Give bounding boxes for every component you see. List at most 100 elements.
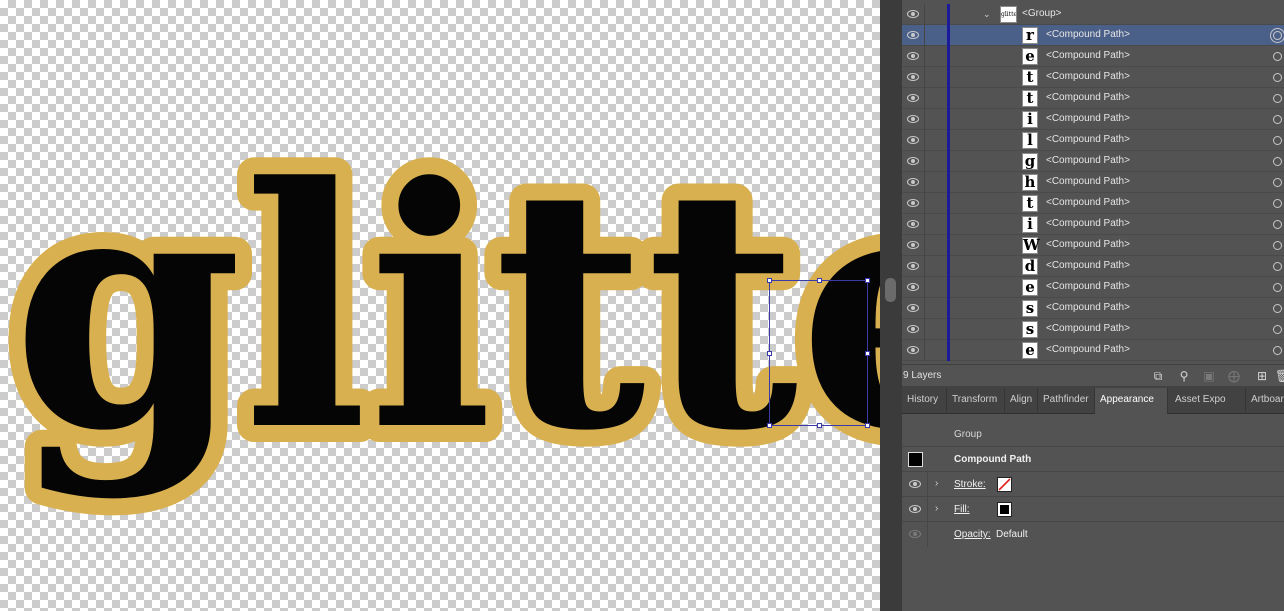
layer-row-compound-path[interactable]: e <Compound Path> [902,277,1284,298]
selection-bounding-box[interactable] [767,278,870,428]
tab-align[interactable]: Align [1005,388,1038,414]
layer-row-group[interactable]: ⌄ glitter <Group> [902,4,1284,25]
target-circle-icon[interactable] [1273,178,1282,187]
resize-handle-bottom-left[interactable] [767,423,772,428]
fill-label[interactable]: Fill: [954,504,970,515]
search-icon[interactable]: ⚲ [1177,369,1191,383]
eye-icon[interactable] [907,220,919,228]
layer-row-compound-path[interactable]: e <Compound Path> [902,46,1284,67]
clipping-mask-icon[interactable]: ▣ [1202,369,1216,383]
layer-row-compound-path[interactable]: t <Compound Path> [902,88,1284,109]
lock-column[interactable] [924,109,925,130]
canvas-scroll-thumb[interactable] [885,278,896,302]
opacity-label[interactable]: Opacity: [954,529,991,540]
appearance-object-row[interactable]: Compound Path [902,447,1284,472]
resize-handle-bottom[interactable] [817,423,822,428]
lock-column[interactable] [924,256,925,277]
layer-row-compound-path[interactable]: i <Compound Path> [902,214,1284,235]
eye-icon[interactable] [907,325,919,333]
lock-column[interactable] [924,4,925,25]
target-circle-icon[interactable] [1273,157,1282,166]
eye-icon[interactable] [907,241,919,249]
lock-column[interactable] [924,46,925,67]
layer-row-compound-path[interactable]: e <Compound Path> [902,340,1284,361]
resize-handle-top-left[interactable] [767,278,772,283]
resize-handle-top[interactable] [817,278,822,283]
layer-row-compound-path[interactable]: d <Compound Path> [902,256,1284,277]
tab-artboards[interactable]: Artboards [1246,388,1284,414]
chevron-right-icon[interactable]: › [935,478,938,489]
lock-column[interactable] [924,340,925,361]
lock-column[interactable] [924,25,925,46]
lock-column[interactable] [924,277,925,298]
artboard-canvas[interactable]: glitter glitter [0,0,880,611]
chevron-right-icon[interactable]: › [935,503,938,514]
layer-row-compound-path[interactable]: t <Compound Path> [902,67,1284,88]
lock-column[interactable] [924,193,925,214]
lock-column[interactable] [924,235,925,256]
tab-asset-expo[interactable]: Asset Expo [1170,388,1246,414]
resize-handle-right[interactable] [865,351,870,356]
appearance-group-row[interactable]: Group [902,422,1284,447]
eye-icon[interactable] [907,136,919,144]
target-circle-icon[interactable] [1273,346,1282,355]
layer-row-compound-path[interactable]: l <Compound Path> [902,130,1284,151]
layer-row-compound-path[interactable]: t <Compound Path> [902,193,1284,214]
eye-icon[interactable] [907,10,919,18]
target-circle-icon[interactable] [1273,52,1282,61]
target-circle-icon[interactable] [1273,31,1282,40]
layer-row-compound-path[interactable]: g <Compound Path> [902,151,1284,172]
eye-icon[interactable] [907,52,919,60]
layer-row-compound-path[interactable]: W <Compound Path> [902,235,1284,256]
tab-appearance[interactable]: Appearance [1095,388,1168,414]
eye-icon[interactable] [907,73,919,81]
stroke-label[interactable]: Stroke: [954,479,986,490]
lock-column[interactable] [924,88,925,109]
glitter-artwork[interactable]: glitter glitter [0,0,880,611]
target-circle-icon[interactable] [1273,73,1282,82]
appearance-fill-row[interactable]: › Fill: [902,497,1284,522]
trash-icon[interactable]: 🗑 [1275,369,1284,383]
target-circle-icon[interactable] [1273,283,1282,292]
lock-column[interactable] [924,319,925,340]
new-layer-icon[interactable]: ⊞ [1255,369,1269,383]
target-circle-icon[interactable] [1273,262,1282,271]
target-circle-icon[interactable] [1273,199,1282,208]
layer-row-compound-path[interactable]: h <Compound Path> [902,172,1284,193]
appearance-opacity-row[interactable]: Opacity: Default [902,522,1284,547]
new-sublayer-icon[interactable]: ⨁ [1227,369,1241,383]
layer-row-compound-path[interactable]: s <Compound Path> [902,319,1284,340]
eye-icon[interactable] [907,199,919,207]
lock-column[interactable] [924,214,925,235]
layer-row-compound-path[interactable]: s <Compound Path> [902,298,1284,319]
eye-icon[interactable] [907,304,919,312]
eye-icon[interactable] [907,115,919,123]
resize-handle-top-right[interactable] [865,278,870,283]
resize-handle-left[interactable] [767,351,772,356]
lock-column[interactable] [924,130,925,151]
tab-pathfinder[interactable]: Pathfinder [1038,388,1095,414]
tab-transform[interactable]: Transform [947,388,1005,414]
stroke-none-swatch[interactable] [997,477,1012,492]
target-circle-icon[interactable] [1273,304,1282,313]
chevron-down-icon[interactable]: ⌄ [983,9,991,20]
eye-icon[interactable] [907,262,919,270]
eye-icon[interactable] [909,505,921,513]
layer-row-compound-path[interactable]: i <Compound Path> [902,109,1284,130]
lock-column[interactable] [924,151,925,172]
target-circle-icon[interactable] [1273,115,1282,124]
eye-icon[interactable] [909,530,921,538]
target-circle-icon[interactable] [1273,241,1282,250]
collect-export-icon[interactable]: ⧉ [1151,369,1165,383]
eye-icon[interactable] [907,178,919,186]
fill-swatch[interactable] [997,502,1012,517]
lock-column[interactable] [924,298,925,319]
layer-row-compound-path[interactable]: r <Compound Path> [902,25,1284,46]
appearance-stroke-row[interactable]: › Stroke: [902,472,1284,497]
eye-icon[interactable] [907,94,919,102]
lock-column[interactable] [924,172,925,193]
lock-column[interactable] [924,67,925,88]
tab-history[interactable]: History [902,388,947,414]
resize-handle-bottom-right[interactable] [865,423,870,428]
eye-icon[interactable] [907,157,919,165]
